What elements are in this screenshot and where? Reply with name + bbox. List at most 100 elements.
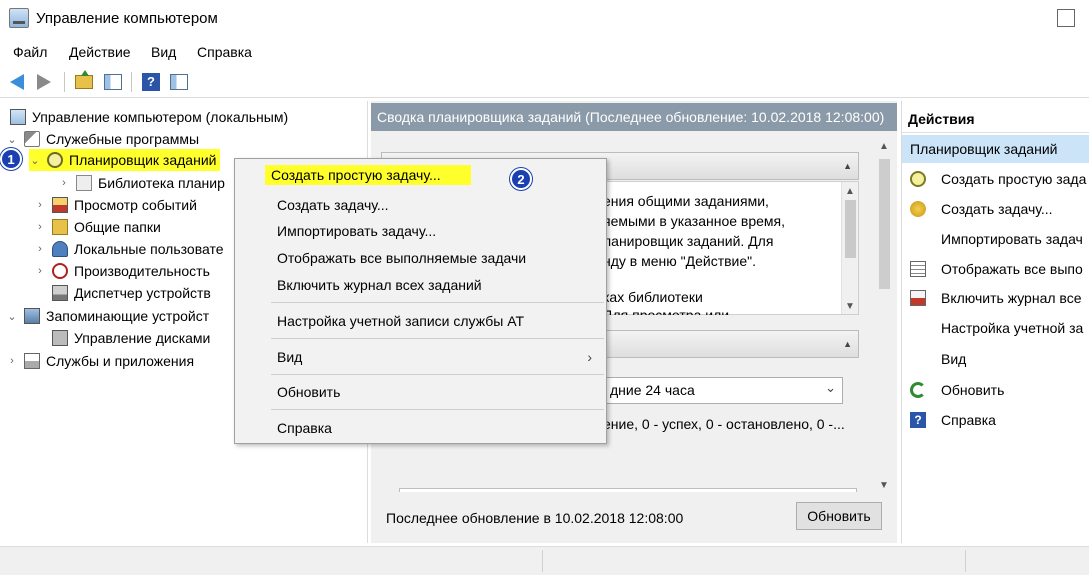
action-create-task[interactable]: Создать задачу... bbox=[902, 197, 1089, 221]
tree-item-performance[interactable]: › Производительность bbox=[34, 260, 210, 282]
tree-label: Служебные программы bbox=[46, 131, 200, 147]
disk-icon bbox=[52, 330, 68, 346]
action-refresh[interactable]: Обновить bbox=[902, 378, 1089, 402]
chevron-right-icon[interactable]: › bbox=[6, 355, 18, 367]
scroll-down-icon[interactable]: ▼ bbox=[845, 301, 855, 312]
show-console-tree-button[interactable] bbox=[102, 71, 124, 93]
chevron-right-icon[interactable]: › bbox=[58, 177, 70, 189]
menu-separator bbox=[271, 374, 604, 375]
task-status-list bbox=[399, 488, 857, 492]
back-button[interactable] bbox=[6, 71, 28, 93]
menu-view[interactable]: Вид bbox=[151, 44, 176, 60]
chevron-right-icon[interactable]: › bbox=[34, 199, 46, 211]
chevron-down-icon[interactable]: ⌄ bbox=[29, 154, 41, 167]
ctx-import-task[interactable]: Импортировать задачу... bbox=[277, 220, 436, 242]
action-label: Создать простую зада bbox=[941, 171, 1087, 187]
action-create-basic-task[interactable]: Создать простую зада bbox=[902, 167, 1089, 191]
menu-action[interactable]: Действие bbox=[69, 44, 131, 60]
performance-icon bbox=[52, 263, 68, 279]
overview-text-line: ланировщик заданий. Для bbox=[603, 233, 774, 249]
action-label: Включить журнал все bbox=[941, 290, 1082, 306]
period-select[interactable]: дние 24 часа ⌄ bbox=[603, 377, 843, 404]
chevron-down-icon[interactable]: ⌄ bbox=[6, 310, 18, 323]
action-enable-log[interactable]: Включить журнал все bbox=[902, 286, 1089, 310]
forward-button[interactable] bbox=[33, 71, 55, 93]
tree-item-shared-folders[interactable]: › Общие папки bbox=[34, 216, 161, 238]
clock-icon bbox=[47, 152, 63, 168]
chevron-right-icon: › bbox=[587, 349, 592, 365]
menu-help[interactable]: Справка bbox=[197, 44, 252, 60]
tree-label: Управление компьютером (локальным) bbox=[32, 109, 289, 125]
tree-item-disk-management[interactable]: Управление дисками bbox=[52, 327, 210, 349]
scroll-down-icon[interactable]: ▼ bbox=[879, 480, 889, 491]
storage-icon bbox=[24, 308, 40, 324]
toolbar: ? bbox=[0, 66, 1089, 98]
tree-item-services[interactable]: › Службы и приложения bbox=[6, 350, 194, 372]
toolbar-separator bbox=[64, 72, 65, 92]
computer-management-icon bbox=[9, 8, 29, 28]
tree-item-task-library[interactable]: › Библиотека планир bbox=[58, 172, 225, 194]
status-bar bbox=[0, 546, 1089, 575]
chevron-right-icon[interactable]: › bbox=[34, 243, 46, 255]
tree-item-root[interactable]: Управление компьютером (локальным) bbox=[10, 106, 288, 128]
tree-item-device-manager[interactable]: Диспетчер устройств bbox=[52, 282, 211, 304]
tree-item-task-scheduler[interactable]: ⌄ Планировщик заданий bbox=[29, 149, 221, 171]
period-select-value: дние 24 часа bbox=[610, 382, 695, 398]
ctx-view[interactable]: Вид bbox=[277, 346, 302, 368]
chevron-down-icon: ⌄ bbox=[825, 380, 836, 395]
actions-subtitle[interactable]: Планировщик заданий bbox=[902, 135, 1089, 163]
help-button[interactable]: ? bbox=[140, 71, 162, 93]
ctx-show-running[interactable]: Отображать все выполняемые задачи bbox=[277, 247, 526, 269]
menu-file[interactable]: Файл bbox=[13, 44, 47, 60]
tree-item-local-users[interactable]: › Локальные пользовате bbox=[34, 238, 224, 260]
scroll-up-icon[interactable]: ▲ bbox=[845, 186, 855, 197]
action-label: Вид bbox=[941, 351, 967, 367]
context-menu: Создать простую задачу... Создать задачу… bbox=[234, 158, 607, 444]
collapse-icon[interactable]: ▲ bbox=[843, 339, 852, 349]
action-show-running[interactable]: Отображать все выпо bbox=[902, 257, 1089, 281]
refresh-button[interactable]: Обновить bbox=[796, 502, 882, 530]
ctx-refresh[interactable]: Обновить bbox=[277, 381, 340, 403]
chevron-down-icon[interactable]: ⌄ bbox=[6, 133, 18, 146]
window-control-button[interactable] bbox=[1057, 9, 1075, 27]
action-view[interactable]: Вид bbox=[902, 347, 1089, 371]
tree-item-event-viewer[interactable]: › Просмотр событий bbox=[34, 194, 197, 216]
chevron-right-icon[interactable]: › bbox=[34, 221, 46, 233]
action-label: Отображать все выпо bbox=[941, 261, 1083, 277]
overview-text-line: ках библиотеки bbox=[603, 289, 703, 305]
ctx-create-basic-task[interactable]: Создать простую задачу... bbox=[267, 164, 469, 186]
action-at-account[interactable]: Настройка учетной за bbox=[902, 316, 1089, 340]
tree-item-utilities[interactable]: ⌄ Служебные программы bbox=[6, 128, 199, 150]
tree-label: Библиотека планир bbox=[98, 175, 225, 191]
overview-scrollbar[interactable]: ▲ ▼ bbox=[841, 182, 858, 314]
overview-text-line: ения общими заданиями, bbox=[603, 193, 769, 209]
action-label: Импортировать задач bbox=[941, 231, 1083, 247]
ctx-create-task[interactable]: Создать задачу... bbox=[277, 194, 389, 216]
action-import-task[interactable]: Импортировать задач bbox=[902, 227, 1089, 251]
summary-scrollbar[interactable]: ▲ ▼ bbox=[876, 139, 893, 491]
scroll-thumb[interactable] bbox=[879, 159, 890, 289]
chevron-right-icon[interactable]: › bbox=[34, 265, 46, 277]
up-one-level-button[interactable] bbox=[73, 70, 95, 93]
action-help[interactable]: ? Справка bbox=[902, 408, 1089, 432]
overview-text-line: яемыми в указанное время, bbox=[603, 213, 786, 229]
task-status-summary: ение, 0 - успех, 0 - остановлено, 0 -... bbox=[603, 416, 845, 432]
action-pane-icon bbox=[170, 74, 188, 90]
task-icon bbox=[910, 171, 926, 187]
scroll-up-icon[interactable]: ▲ bbox=[879, 141, 889, 152]
tree-item-storage[interactable]: ⌄ Запоминающие устройст bbox=[6, 305, 209, 327]
tools-icon bbox=[24, 131, 40, 147]
tree-label: Управление дисками bbox=[74, 330, 211, 346]
tree-label: Просмотр событий bbox=[74, 197, 197, 213]
collapse-icon[interactable]: ▲ bbox=[843, 161, 852, 171]
ctx-help[interactable]: Справка bbox=[277, 417, 332, 439]
scroll-thumb[interactable] bbox=[845, 200, 856, 258]
ctx-enable-log[interactable]: Включить журнал всех заданий bbox=[277, 274, 482, 296]
ctx-at-account[interactable]: Настройка учетной записи службы AT bbox=[277, 310, 524, 332]
tree-label: Диспетчер устройств bbox=[74, 285, 211, 301]
history-log-icon bbox=[910, 290, 926, 306]
toolbar-separator bbox=[131, 72, 132, 92]
services-icon bbox=[24, 353, 40, 369]
show-action-pane-button[interactable] bbox=[168, 71, 190, 93]
action-label: Справка bbox=[941, 412, 996, 428]
